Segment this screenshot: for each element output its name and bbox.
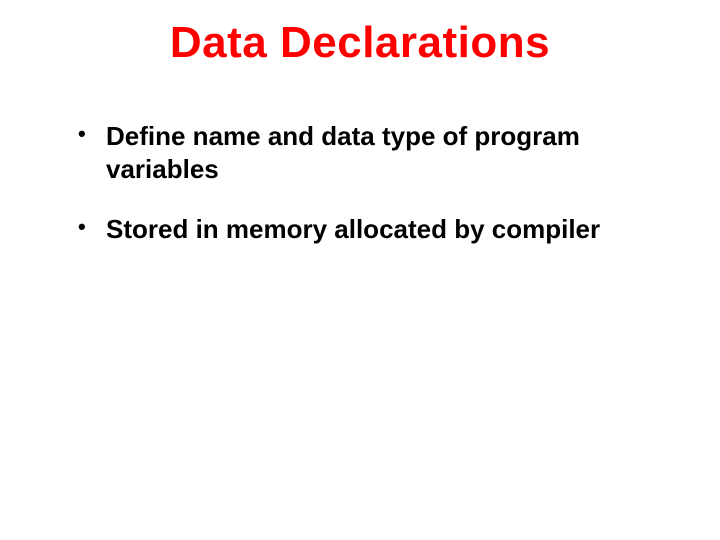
- slide: Data Declarations Define name and data t…: [0, 0, 720, 540]
- list-item: Stored in memory allocated by compiler: [70, 213, 660, 246]
- list-item: Define name and data type of program var…: [70, 120, 660, 185]
- bullet-list: Define name and data type of program var…: [70, 120, 660, 246]
- slide-body: Define name and data type of program var…: [70, 120, 660, 274]
- bullet-text: Define name and data type of program var…: [106, 121, 580, 184]
- bullet-text: Stored in memory allocated by compiler: [106, 214, 600, 244]
- slide-title: Data Declarations: [0, 18, 720, 68]
